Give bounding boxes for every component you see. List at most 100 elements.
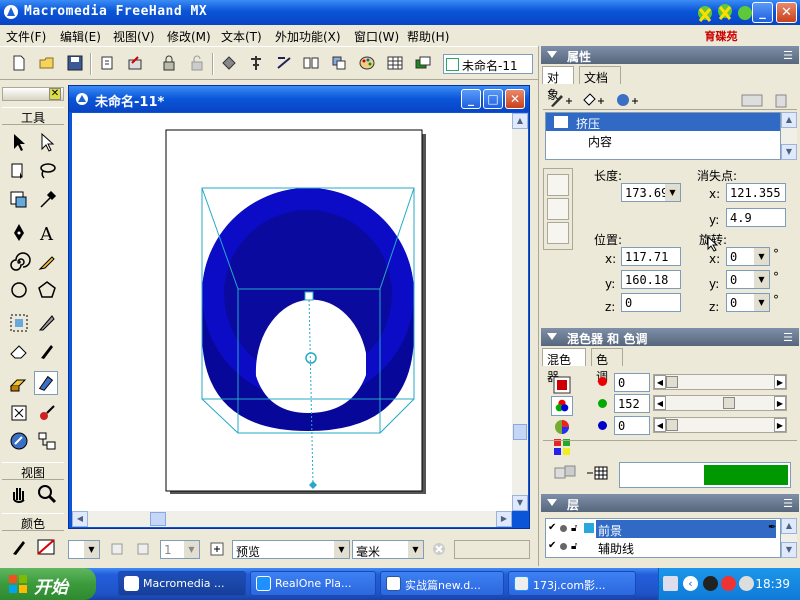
color-swatch-preview[interactable] — [619, 462, 791, 488]
red-slider[interactable]: ◀ ▶ — [653, 374, 787, 390]
chart-tool-icon[interactable] — [35, 429, 59, 453]
green-slider[interactable]: ◀ ▶ — [653, 395, 787, 411]
stroke-color-icon[interactable] — [7, 535, 31, 559]
horizontal-scrollbar[interactable]: ◀ ▶ — [72, 511, 512, 527]
scroll-right-icon[interactable]: ▶ — [496, 511, 512, 527]
chevron-left-icon[interactable]: ‹ — [683, 576, 698, 591]
green-field[interactable]: 152 — [614, 394, 650, 413]
document-title-bar[interactable]: 未命名-11* _ □ ✕ — [69, 86, 529, 112]
vanishing-x-field[interactable]: 121.355 — [726, 183, 786, 202]
duplicate-icon[interactable] — [739, 92, 765, 108]
scroll-down-icon[interactable]: ▼ — [781, 542, 797, 558]
length-field[interactable]: 173.69 ▼ — [621, 183, 681, 202]
export-icon[interactable] — [126, 54, 144, 72]
chevron-down-icon[interactable]: ▼ — [754, 271, 769, 288]
align-icon[interactable] — [247, 54, 265, 72]
position-z-field[interactable]: 0 — [621, 293, 681, 312]
add-stroke-icon[interactable] — [549, 92, 573, 108]
chevron-left-icon[interactable]: ◀ — [654, 396, 666, 410]
blue-slider-thumb[interactable] — [666, 419, 678, 431]
scroll-down-icon[interactable]: ▼ — [781, 144, 797, 160]
start-button[interactable]: 开始 — [0, 568, 96, 600]
menu-edit[interactable]: 编辑(E) — [60, 28, 101, 45]
unlock-icon[interactable] — [188, 54, 206, 72]
text-tool-icon[interactable]: A — [35, 221, 59, 245]
list-item[interactable]: 挤压 — [546, 113, 780, 131]
lock-icon[interactable]: 🔓︎ — [571, 541, 577, 552]
hls-mode-icon[interactable] — [553, 418, 571, 436]
swatches-grid-icon[interactable] — [585, 464, 611, 482]
tools-panel-header[interactable]: ✕ — [2, 87, 64, 101]
close-icon[interactable]: ✕ — [49, 88, 61, 100]
rotation-x-field[interactable]: 0 ▼ — [726, 247, 770, 266]
transform-tool-icon[interactable] — [7, 311, 31, 335]
task-freehand[interactable]: Macromedia ... — [118, 571, 246, 596]
connector-tool-icon[interactable] — [7, 429, 31, 453]
extrude-tool-icon[interactable] — [7, 372, 31, 396]
rotation-y-field[interactable]: 0 ▼ — [726, 270, 770, 289]
lasso-tool-icon[interactable] — [35, 159, 59, 183]
object-list[interactable]: 挤压 内容 — [545, 112, 781, 160]
list-item[interactable]: ✔ 🔓︎ 前景 ✒︎ — [546, 520, 780, 538]
minimize-button[interactable]: _ — [752, 2, 773, 23]
prev-page-icon[interactable] — [136, 542, 150, 556]
lock-icon[interactable] — [160, 54, 178, 72]
cmyk-mode-icon[interactable] — [553, 376, 571, 394]
add-to-swatches-icon[interactable] — [553, 464, 579, 482]
green-slider-thumb[interactable] — [723, 397, 735, 409]
collapse-arrow-icon[interactable] — [547, 51, 557, 58]
horizontal-scroll-thumb[interactable] — [150, 512, 166, 526]
properties-panel-header[interactable]: 属性 ☰ — [541, 46, 799, 64]
color-palette-icon[interactable] — [358, 54, 376, 72]
red-field[interactable]: 0 — [614, 373, 650, 392]
close-button[interactable]: ✕ — [776, 2, 797, 23]
layers-panel-header[interactable]: 层 ☰ — [541, 494, 799, 512]
group-icon[interactable] — [220, 54, 238, 72]
new-document-icon[interactable] — [10, 54, 28, 72]
cancel-icon[interactable] — [432, 542, 446, 556]
extrude-surface-icon[interactable] — [547, 222, 569, 244]
tab-tints[interactable]: 色调 — [591, 348, 623, 384]
layer-label[interactable]: 辅助线 — [598, 540, 634, 557]
extrude-lighting-icon[interactable] — [547, 198, 569, 220]
drawing-canvas[interactable] — [72, 113, 512, 511]
preview-dot-icon[interactable] — [560, 525, 567, 532]
eraser-tool-icon[interactable] — [7, 339, 31, 363]
rgb-mode-icon[interactable] — [551, 396, 573, 416]
tab-object[interactable]: 对象 — [542, 66, 574, 102]
delete-icon[interactable] — [771, 92, 791, 108]
page-number-field[interactable]: 1 ▼ — [160, 540, 200, 559]
panel-menu-icon[interactable]: ☰ — [783, 331, 793, 344]
red-slider-thumb[interactable] — [666, 376, 678, 388]
vertical-scrollbar[interactable]: ▲ ▼ — [512, 113, 528, 511]
extrude-position-icon[interactable] — [547, 174, 569, 196]
task-browser[interactable]: 173j.com影... — [508, 571, 636, 596]
chevron-left-icon[interactable]: ◀ — [654, 375, 666, 389]
spiral-tool-icon[interactable] — [7, 250, 31, 274]
menu-text[interactable]: 文本(T) — [221, 28, 262, 45]
document-close-button[interactable]: ✕ — [505, 89, 525, 109]
mixer-panel-header[interactable]: 混色器 和 色调 ☰ — [541, 328, 799, 346]
lock-icon[interactable]: 🔓︎ — [571, 523, 577, 534]
page-tool-icon[interactable] — [7, 159, 31, 183]
layers-icon[interactable] — [414, 54, 432, 72]
symbols-icon[interactable] — [330, 54, 348, 72]
chevron-down-icon[interactable]: ▼ — [665, 184, 680, 201]
keyboard-icon[interactable] — [663, 576, 678, 591]
table-icon[interactable] — [386, 54, 404, 72]
menu-xtras[interactable]: 外加功能(X) — [275, 28, 341, 45]
layers-list[interactable]: ✔ 🔓︎ 前景 ✒︎ ✔ 🔓︎ 辅助线 — [545, 518, 781, 558]
page-size-select[interactable]: ▼ — [68, 540, 100, 559]
chevron-down-icon[interactable]: ▼ — [754, 294, 769, 311]
first-page-icon[interactable] — [110, 542, 124, 556]
panel-menu-icon[interactable]: ☰ — [783, 497, 793, 510]
scroll-up-icon[interactable]: ▲ — [781, 112, 797, 128]
menu-modify[interactable]: 修改(M) — [167, 28, 211, 45]
vertical-scroll-thumb[interactable] — [513, 424, 527, 440]
zoom-tool-icon[interactable] — [35, 482, 59, 506]
object-list-scrollbar[interactable]: ▲ ▼ — [781, 112, 797, 160]
panel-menu-icon[interactable]: ☰ — [783, 49, 793, 62]
center-handle[interactable] — [304, 291, 314, 301]
graphic-hose-tool-icon[interactable] — [35, 401, 59, 425]
scroll-down-icon[interactable]: ▼ — [512, 495, 528, 511]
